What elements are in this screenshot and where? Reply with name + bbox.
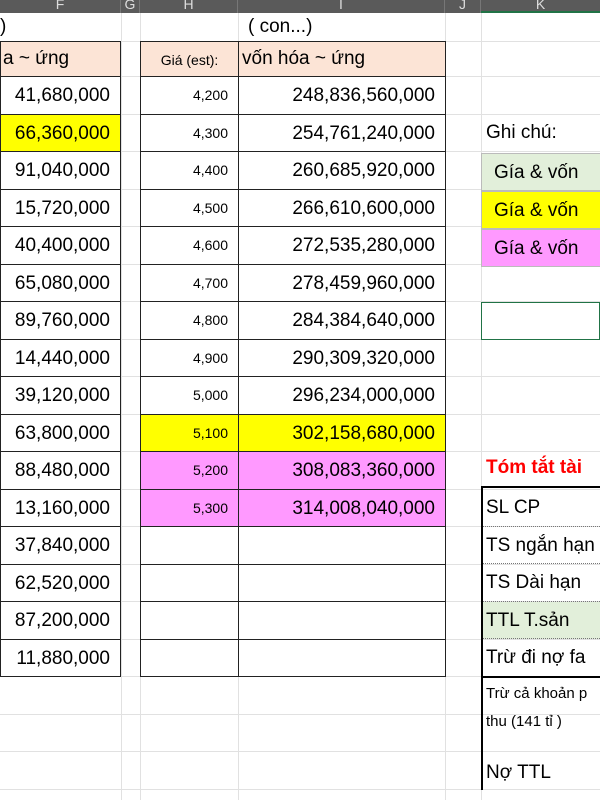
- price-cell[interactable]: [140, 563, 239, 602]
- price-header[interactable]: Giá (est):: [140, 41, 239, 77]
- left-value-cell[interactable]: 13,160,000: [0, 488, 121, 527]
- left-value-cell[interactable]: 62,520,000: [0, 563, 121, 602]
- summary-debt: Nợ TTL: [486, 762, 551, 783]
- column-header-i[interactable]: I: [238, 0, 445, 13]
- market-cap-cell[interactable]: 308,083,360,000: [238, 451, 446, 490]
- cap-header[interactable]: vốn hóa ~ ứng: [238, 41, 446, 77]
- column-header-g[interactable]: G: [121, 0, 140, 13]
- left-value-cell[interactable]: 14,440,000: [0, 338, 121, 377]
- notes-label: Ghi chú:: [486, 122, 557, 143]
- market-cap-cell[interactable]: 254,761,240,000: [238, 113, 446, 152]
- price-cell[interactable]: 4,900: [140, 338, 239, 377]
- summary-border-top: [481, 486, 600, 488]
- market-cap-cell[interactable]: 272,535,280,000: [238, 226, 446, 265]
- title-right: ( con...): [248, 16, 313, 37]
- column-header-k[interactable]: K: [481, 0, 600, 13]
- selected-cell[interactable]: [481, 302, 600, 340]
- column-header-j[interactable]: J: [445, 0, 481, 13]
- summary-title: Tóm tắt tài: [486, 457, 583, 478]
- gridline-col: [121, 13, 122, 800]
- summary-item: TS ngắn hạn: [483, 527, 600, 564]
- left-value-cell[interactable]: 37,840,000: [0, 526, 121, 565]
- market-cap-cell[interactable]: 290,309,320,000: [238, 338, 446, 377]
- left-value-cell[interactable]: 39,120,000: [0, 376, 121, 415]
- gridline-row: [0, 751, 600, 752]
- left-value-cell[interactable]: 89,760,000: [0, 301, 121, 340]
- left-header[interactable]: a ~ ứng: [0, 41, 121, 77]
- price-cell[interactable]: [140, 638, 239, 677]
- summary-note-line1: Trừ cả khoản p: [486, 685, 588, 702]
- left-value-cell[interactable]: 65,080,000: [0, 263, 121, 302]
- summary-item: TS Dài hạn: [483, 564, 600, 602]
- column-header-bar: F G H I J K: [0, 0, 600, 13]
- market-cap-cell[interactable]: 278,459,960,000: [238, 263, 446, 302]
- left-value-cell[interactable]: 87,200,000: [0, 601, 121, 640]
- market-cap-cell[interactable]: [238, 563, 446, 602]
- market-cap-cell[interactable]: [238, 526, 446, 565]
- price-cell[interactable]: 4,700: [140, 263, 239, 302]
- left-value-cell[interactable]: 66,360,000: [0, 113, 121, 152]
- price-cell[interactable]: [140, 601, 239, 640]
- notes-legend-item: Gía & vốn: [481, 153, 600, 191]
- market-cap-cell[interactable]: 314,008,040,000: [238, 488, 446, 527]
- price-cell[interactable]: 4,400: [140, 151, 239, 190]
- price-cell[interactable]: 5,000: [140, 376, 239, 415]
- price-cell[interactable]: 5,200: [140, 451, 239, 490]
- summary-item: SL CP: [483, 489, 600, 527]
- market-cap-cell[interactable]: 284,384,640,000: [238, 301, 446, 340]
- column-header-h[interactable]: H: [140, 0, 238, 13]
- left-value-cell[interactable]: 11,880,000: [0, 638, 121, 677]
- price-cell[interactable]: 4,500: [140, 188, 239, 227]
- summary-item: Trừ đi nợ fa: [483, 639, 600, 677]
- price-cell[interactable]: 4,300: [140, 113, 239, 152]
- summary-note-line2: thu (141 tỉ ): [486, 713, 562, 730]
- left-value-cell[interactable]: 63,800,000: [0, 413, 121, 452]
- market-cap-cell[interactable]: 260,685,920,000: [238, 151, 446, 190]
- market-cap-cell[interactable]: 296,234,000,000: [238, 376, 446, 415]
- market-cap-cell[interactable]: 302,158,680,000: [238, 413, 446, 452]
- left-value-cell[interactable]: 88,480,000: [0, 451, 121, 490]
- market-cap-cell[interactable]: 266,610,600,000: [238, 188, 446, 227]
- left-value-cell[interactable]: 41,680,000: [0, 76, 121, 115]
- left-value-cell[interactable]: 40,400,000: [0, 226, 121, 265]
- summary-item: TTL T.sản: [483, 601, 600, 639]
- price-cell[interactable]: 5,100: [140, 413, 239, 452]
- price-cell[interactable]: 4,200: [140, 76, 239, 115]
- market-cap-cell[interactable]: [238, 601, 446, 640]
- column-header-f[interactable]: F: [0, 0, 121, 13]
- price-cell[interactable]: [140, 526, 239, 565]
- left-value-cell[interactable]: 91,040,000: [0, 151, 121, 190]
- title-left: ): [0, 16, 7, 37]
- price-cell[interactable]: 5,300: [140, 488, 239, 527]
- notes-legend-item: Gía & vốn: [481, 191, 600, 229]
- price-cell[interactable]: 4,600: [140, 226, 239, 265]
- price-cell[interactable]: 4,800: [140, 301, 239, 340]
- summary-border-mid: [481, 676, 600, 678]
- summary-border-left: [481, 486, 483, 790]
- notes-legend-item: Gía & vốn: [481, 229, 600, 267]
- market-cap-cell[interactable]: 248,836,560,000: [238, 76, 446, 115]
- market-cap-cell[interactable]: [238, 638, 446, 677]
- left-value-cell[interactable]: 15,720,000: [0, 188, 121, 227]
